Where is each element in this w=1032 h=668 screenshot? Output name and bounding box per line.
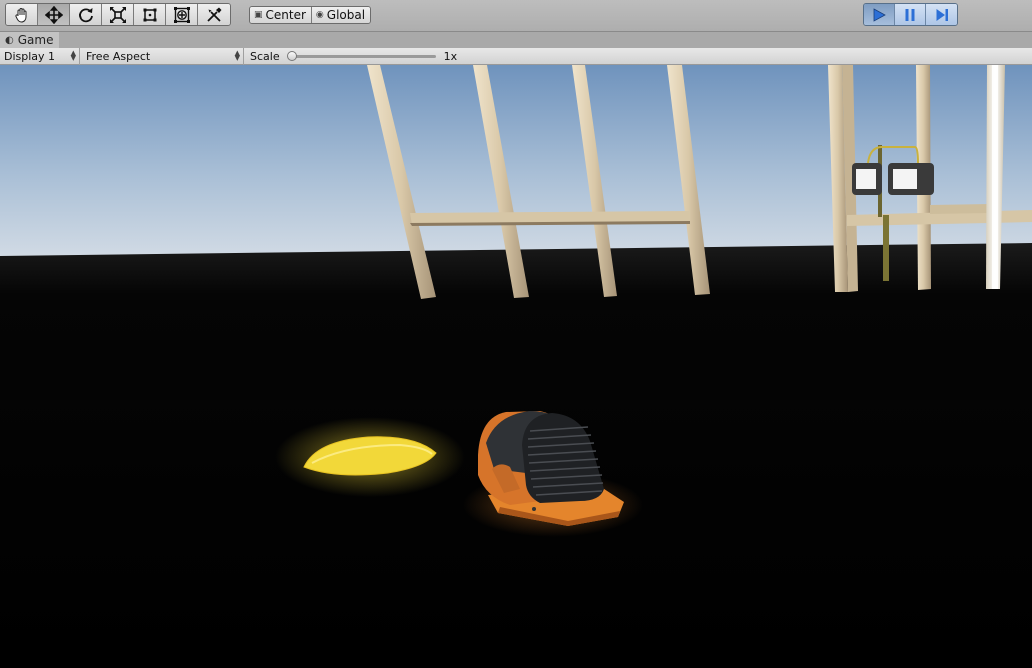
move-arrows-icon [44, 5, 63, 24]
aspect-dropdown[interactable]: Free Aspect ▲ ▼ [80, 47, 244, 65]
scale-label: Scale [250, 49, 280, 63]
dropdown-arrows-icon: ▲ ▼ [70, 48, 76, 62]
play-controls [863, 3, 958, 26]
game-scene [0, 65, 1032, 668]
display-value: Display 1 [4, 49, 56, 63]
play-icon [873, 7, 886, 22]
rotate-icon [78, 7, 93, 22]
game-viewport[interactable] [0, 65, 1032, 668]
display-dropdown[interactable]: Display 1 ▲ ▼ [0, 47, 80, 65]
step-icon [936, 8, 948, 21]
transform-tool-button[interactable] [166, 4, 198, 25]
pivot-toggles: ▣ Center ◉ Global [249, 6, 372, 24]
game-view-toolbar: Display 1 ▲ ▼ Free Aspect ▲ ▼ Scale 1x [0, 47, 1032, 65]
tools-icon [207, 7, 222, 22]
scale-tool-button[interactable] [102, 4, 134, 25]
scale-value: 1x [443, 49, 458, 63]
pivot-rotation-label: Global [326, 8, 366, 22]
scale-icon [109, 6, 126, 23]
transform-icon [173, 6, 190, 23]
pivot-center-icon: ▣ [254, 10, 263, 20]
main-toolbar: ▣ Center ◉ Global [0, 0, 1032, 32]
game-icon: ◐ [5, 34, 14, 46]
move-tool-button[interactable] [38, 4, 70, 25]
hand-tool-button[interactable] [6, 4, 38, 25]
pause-icon [905, 8, 915, 21]
rect-tool-button[interactable] [134, 4, 166, 25]
rect-transform-icon [143, 8, 156, 21]
pivot-mode-button[interactable]: ▣ Center [250, 7, 312, 23]
pivot-rotation-button[interactable]: ◉ Global [311, 7, 371, 23]
tab-game-label: Game [17, 33, 54, 47]
transform-tools [5, 3, 231, 26]
scale-slider-handle[interactable] [286, 50, 297, 61]
rotate-tool-button[interactable] [70, 4, 102, 25]
tab-game[interactable]: ◐ Game [0, 32, 60, 48]
aspect-value: Free Aspect [86, 49, 151, 63]
step-button[interactable] [926, 4, 957, 25]
globe-icon: ◉ [315, 10, 324, 20]
pause-button[interactable] [895, 4, 926, 25]
hand-icon [14, 7, 26, 23]
pivot-mode-label: Center [265, 8, 306, 22]
tab-bar: ◐ Game [0, 32, 1032, 48]
play-button[interactable] [864, 4, 895, 25]
scale-slider[interactable] [286, 50, 436, 61]
dropdown-arrows-icon: ▲ ▼ [234, 48, 240, 62]
custom-tool-button[interactable] [198, 4, 230, 25]
